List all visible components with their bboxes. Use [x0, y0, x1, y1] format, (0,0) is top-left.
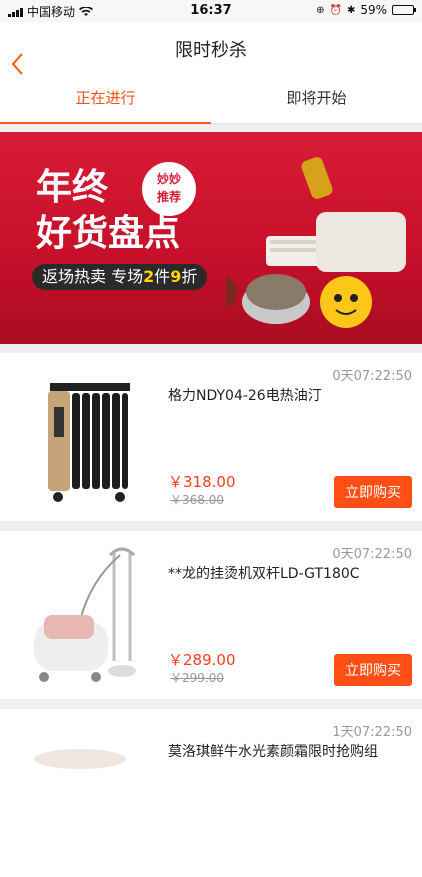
tab-upcoming[interactable]: 即将开始 — [211, 86, 422, 124]
product-card[interactable]: 0天07:22:50 格力NDY04-26电热油汀 ￥318.00 ￥368.0… — [0, 353, 422, 521]
nav-bar: 限时秒杀 — [0, 22, 422, 86]
countdown-timer: 0天07:22:50 — [332, 547, 412, 562]
battery-percent: 59% — [360, 3, 387, 17]
product-name[interactable]: 莫洛琪鲜牛水光素颜霜限时抢购组 — [168, 741, 408, 761]
recommend-badge: 妙妙 推荐 — [142, 162, 196, 216]
banner-pill: 返场热卖 专场2件9折 — [32, 264, 208, 290]
original-price: ￥299.00 — [170, 671, 224, 685]
pill-suffix: 折 — [181, 267, 198, 286]
pill-num2: 9 — [170, 267, 182, 286]
tab-bar: 正在进行 即将开始 — [0, 86, 422, 124]
banner-products-illustration — [226, 157, 406, 328]
buy-now-button[interactable]: 立即购买 — [334, 476, 412, 508]
badge-line2: 推荐 — [156, 190, 181, 204]
product-card[interactable]: 1天07:22:50 莫洛琪鲜牛水光素颜霜限时抢购组 — [0, 709, 422, 877]
tab-in-progress[interactable]: 正在进行 — [0, 86, 211, 124]
sale-price: ￥318.00 — [168, 473, 236, 491]
countdown-timer: 0天07:22:50 — [332, 369, 412, 384]
product-card[interactable]: 0天07:22:50 **龙的挂烫机双杆LD-GT180C ￥289.00 ￥2… — [0, 531, 422, 699]
product-name[interactable]: **龙的挂烫机双杆LD-GT180C — [168, 563, 408, 583]
status-right: ⊕ ⏰ ✱ 59% — [316, 3, 416, 17]
original-price: ￥368.00 — [170, 493, 224, 507]
countdown-timer: 1天07:22:50 — [332, 725, 412, 740]
bluetooth-icon: ✱ — [346, 4, 356, 16]
lock-rotation-icon: ⊕ — [316, 4, 325, 16]
product-name[interactable]: 格力NDY04-26电热油汀 — [168, 385, 408, 405]
product-image — [34, 749, 126, 769]
pill-num1: 2 — [143, 267, 155, 286]
banner-line1: 年终 — [36, 167, 109, 208]
badge-line1: 妙妙 — [156, 172, 181, 186]
alarm-icon: ⏰ — [329, 4, 342, 16]
banner-line2: 好货盘点 — [36, 213, 181, 254]
pill-prefix: 返场热卖 专场 — [42, 267, 144, 286]
promo-banner[interactable]: 年终 好货盘点 妙妙 推荐 返场热卖 专场2件9折 — [0, 132, 422, 344]
product-image — [48, 383, 130, 502]
battery-icon — [392, 5, 416, 15]
status-bar: 中国移动 16:37 ⊕ ⏰ ✱ 59% — [0, 0, 422, 22]
sale-price: ￥289.00 — [168, 651, 236, 669]
buy-now-button[interactable]: 立即购买 — [334, 654, 412, 686]
page-title: 限时秒杀 — [175, 40, 247, 61]
pill-mid: 件 — [154, 267, 171, 286]
product-image — [34, 547, 136, 682]
